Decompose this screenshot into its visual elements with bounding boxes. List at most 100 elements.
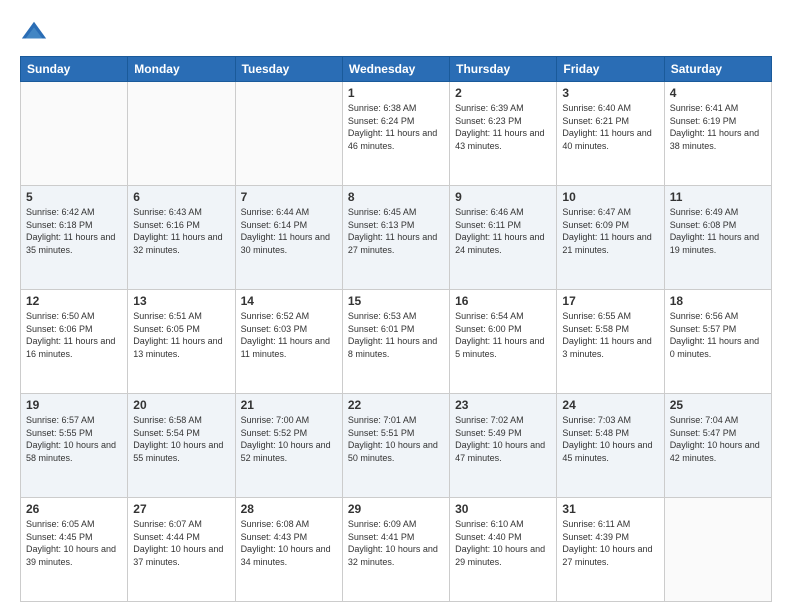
table-row: 3Sunrise: 6:40 AM Sunset: 6:21 PM Daylig…: [557, 82, 664, 186]
day-info: Sunrise: 7:01 AM Sunset: 5:51 PM Dayligh…: [348, 414, 444, 464]
logo-icon: [20, 18, 48, 46]
day-info: Sunrise: 7:02 AM Sunset: 5:49 PM Dayligh…: [455, 414, 551, 464]
table-row: 18 Sunrise: 6:56 AM Sunset: 5:57 PM Dayli…: [664, 290, 771, 394]
calendar-table: Sunday Monday Tuesday Wednesday Thursday…: [20, 56, 772, 602]
day-info: Sunrise: 6:08 AM Sunset: 4:43 PM Dayligh…: [241, 518, 337, 568]
day-info: Sunrise: 6:53 AM Sunset: 6:01 PM Dayligh…: [348, 310, 444, 360]
day-number: 2: [455, 86, 551, 100]
day-number: 19: [26, 398, 122, 412]
table-row: 13 Sunrise: 6:51 AM Sunset: 6:05 PM Dayli…: [128, 290, 235, 394]
day-info: Sunrise: 6:49 AM Sunset: 6:08 PM Dayligh…: [670, 206, 766, 256]
day-number: 29: [348, 502, 444, 516]
table-row: 19 Sunrise: 6:57 AM Sunset: 5:55 PM Dayli…: [21, 394, 128, 498]
table-row: 4 Sunrise: 6:41 AM Sunset: 6:19 PM Daylig…: [664, 82, 771, 186]
calendar-week-row: 19 Sunrise: 6:57 AM Sunset: 5:55 PM Dayli…: [21, 394, 772, 498]
day-number: 23: [455, 398, 551, 412]
day-info: Sunrise: 6:09 AM Sunset: 4:41 PM Dayligh…: [348, 518, 444, 568]
col-wednesday: Wednesday: [342, 57, 449, 82]
table-row: 9 Sunrise: 6:46 AM Sunset: 6:11 PM Daylig…: [450, 186, 557, 290]
table-row: [21, 82, 128, 186]
day-number: 16: [455, 294, 551, 308]
day-number: 11: [670, 190, 766, 204]
day-number: 25: [670, 398, 766, 412]
table-row: 12 Sunrise: 6:50 AM Sunset: 6:06 PM Dayli…: [21, 290, 128, 394]
day-number: 1: [348, 86, 444, 100]
table-row: 23 Sunrise: 7:02 AM Sunset: 5:49 PM Dayli…: [450, 394, 557, 498]
day-info: Sunrise: 6:11 AM Sunset: 4:39 PM Dayligh…: [562, 518, 658, 568]
table-row: 25 Sunrise: 7:04 AM Sunset: 5:47 PM Dayli…: [664, 394, 771, 498]
col-thursday: Thursday: [450, 57, 557, 82]
table-row: 1Sunrise: 6:38 AM Sunset: 6:24 PM Daylig…: [342, 82, 449, 186]
day-number: 4: [670, 86, 766, 100]
day-number: 8: [348, 190, 444, 204]
day-number: 30: [455, 502, 551, 516]
col-monday: Monday: [128, 57, 235, 82]
table-row: 20Sunrise: 6:58 AM Sunset: 5:54 PM Dayli…: [128, 394, 235, 498]
table-row: 6Sunrise: 6:43 AM Sunset: 6:16 PM Daylig…: [128, 186, 235, 290]
day-number: 3: [562, 86, 658, 100]
day-info: Sunrise: 6:50 AM Sunset: 6:06 PM Dayligh…: [26, 310, 122, 360]
day-info: Sunrise: 6:41 AM Sunset: 6:19 PM Dayligh…: [670, 102, 766, 152]
table-row: 22 Sunrise: 7:01 AM Sunset: 5:51 PM Dayli…: [342, 394, 449, 498]
calendar-week-row: 1Sunrise: 6:38 AM Sunset: 6:24 PM Daylig…: [21, 82, 772, 186]
day-number: 9: [455, 190, 551, 204]
day-number: 26: [26, 502, 122, 516]
day-info: Sunrise: 7:00 AM Sunset: 5:52 PM Dayligh…: [241, 414, 337, 464]
table-row: 30Sunrise: 6:10 AM Sunset: 4:40 PM Dayli…: [450, 498, 557, 602]
table-row: [235, 82, 342, 186]
day-number: 15: [348, 294, 444, 308]
day-number: 20: [133, 398, 229, 412]
day-info: Sunrise: 6:39 AM Sunset: 6:23 PM Dayligh…: [455, 102, 551, 152]
day-info: Sunrise: 6:55 AM Sunset: 5:58 PM Dayligh…: [562, 310, 658, 360]
table-row: 26 Sunrise: 6:05 AM Sunset: 4:45 PM Dayli…: [21, 498, 128, 602]
day-number: 13: [133, 294, 229, 308]
col-tuesday: Tuesday: [235, 57, 342, 82]
logo: [20, 18, 52, 46]
table-row: 15 Sunrise: 6:53 AM Sunset: 6:01 PM Dayli…: [342, 290, 449, 394]
table-row: 27 Sunrise: 6:07 AM Sunset: 4:44 PM Dayli…: [128, 498, 235, 602]
table-row: 5Sunrise: 6:42 AM Sunset: 6:18 PM Daylig…: [21, 186, 128, 290]
day-info: Sunrise: 6:05 AM Sunset: 4:45 PM Dayligh…: [26, 518, 122, 568]
day-info: Sunrise: 6:42 AM Sunset: 6:18 PM Dayligh…: [26, 206, 122, 256]
table-row: 17 Sunrise: 6:55 AM Sunset: 5:58 PM Dayli…: [557, 290, 664, 394]
day-number: 18: [670, 294, 766, 308]
day-number: 14: [241, 294, 337, 308]
day-info: Sunrise: 7:03 AM Sunset: 5:48 PM Dayligh…: [562, 414, 658, 464]
header: [20, 18, 772, 46]
day-number: 17: [562, 294, 658, 308]
day-number: 12: [26, 294, 122, 308]
table-row: [664, 498, 771, 602]
day-info: Sunrise: 6:07 AM Sunset: 4:44 PM Dayligh…: [133, 518, 229, 568]
day-info: Sunrise: 7:04 AM Sunset: 5:47 PM Dayligh…: [670, 414, 766, 464]
day-info: Sunrise: 6:44 AM Sunset: 6:14 PM Dayligh…: [241, 206, 337, 256]
day-number: 27: [133, 502, 229, 516]
col-saturday: Saturday: [664, 57, 771, 82]
day-info: Sunrise: 6:51 AM Sunset: 6:05 PM Dayligh…: [133, 310, 229, 360]
day-info: Sunrise: 6:52 AM Sunset: 6:03 PM Dayligh…: [241, 310, 337, 360]
table-row: 28 Sunrise: 6:08 AM Sunset: 4:43 PM Dayli…: [235, 498, 342, 602]
day-number: 7: [241, 190, 337, 204]
day-number: 6: [133, 190, 229, 204]
calendar-week-row: 26 Sunrise: 6:05 AM Sunset: 4:45 PM Dayli…: [21, 498, 772, 602]
day-info: Sunrise: 6:46 AM Sunset: 6:11 PM Dayligh…: [455, 206, 551, 256]
day-info: Sunrise: 6:57 AM Sunset: 5:55 PM Dayligh…: [26, 414, 122, 464]
day-number: 24: [562, 398, 658, 412]
table-row: 16 Sunrise: 6:54 AM Sunset: 6:00 PM Dayli…: [450, 290, 557, 394]
day-info: Sunrise: 6:47 AM Sunset: 6:09 PM Dayligh…: [562, 206, 658, 256]
table-row: 10Sunrise: 6:47 AM Sunset: 6:09 PM Dayli…: [557, 186, 664, 290]
calendar-week-row: 5Sunrise: 6:42 AM Sunset: 6:18 PM Daylig…: [21, 186, 772, 290]
day-number: 28: [241, 502, 337, 516]
day-info: Sunrise: 6:54 AM Sunset: 6:00 PM Dayligh…: [455, 310, 551, 360]
calendar-week-row: 12 Sunrise: 6:50 AM Sunset: 6:06 PM Dayli…: [21, 290, 772, 394]
page: Sunday Monday Tuesday Wednesday Thursday…: [0, 0, 792, 612]
day-number: 21: [241, 398, 337, 412]
table-row: 24 Sunrise: 7:03 AM Sunset: 5:48 PM Dayli…: [557, 394, 664, 498]
table-row: 21 Sunrise: 7:00 AM Sunset: 5:52 PM Dayli…: [235, 394, 342, 498]
table-row: 8Sunrise: 6:45 AM Sunset: 6:13 PM Daylig…: [342, 186, 449, 290]
table-row: 7 Sunrise: 6:44 AM Sunset: 6:14 PM Daylig…: [235, 186, 342, 290]
table-row: 2 Sunrise: 6:39 AM Sunset: 6:23 PM Daylig…: [450, 82, 557, 186]
col-sunday: Sunday: [21, 57, 128, 82]
col-friday: Friday: [557, 57, 664, 82]
day-number: 22: [348, 398, 444, 412]
day-info: Sunrise: 6:56 AM Sunset: 5:57 PM Dayligh…: [670, 310, 766, 360]
